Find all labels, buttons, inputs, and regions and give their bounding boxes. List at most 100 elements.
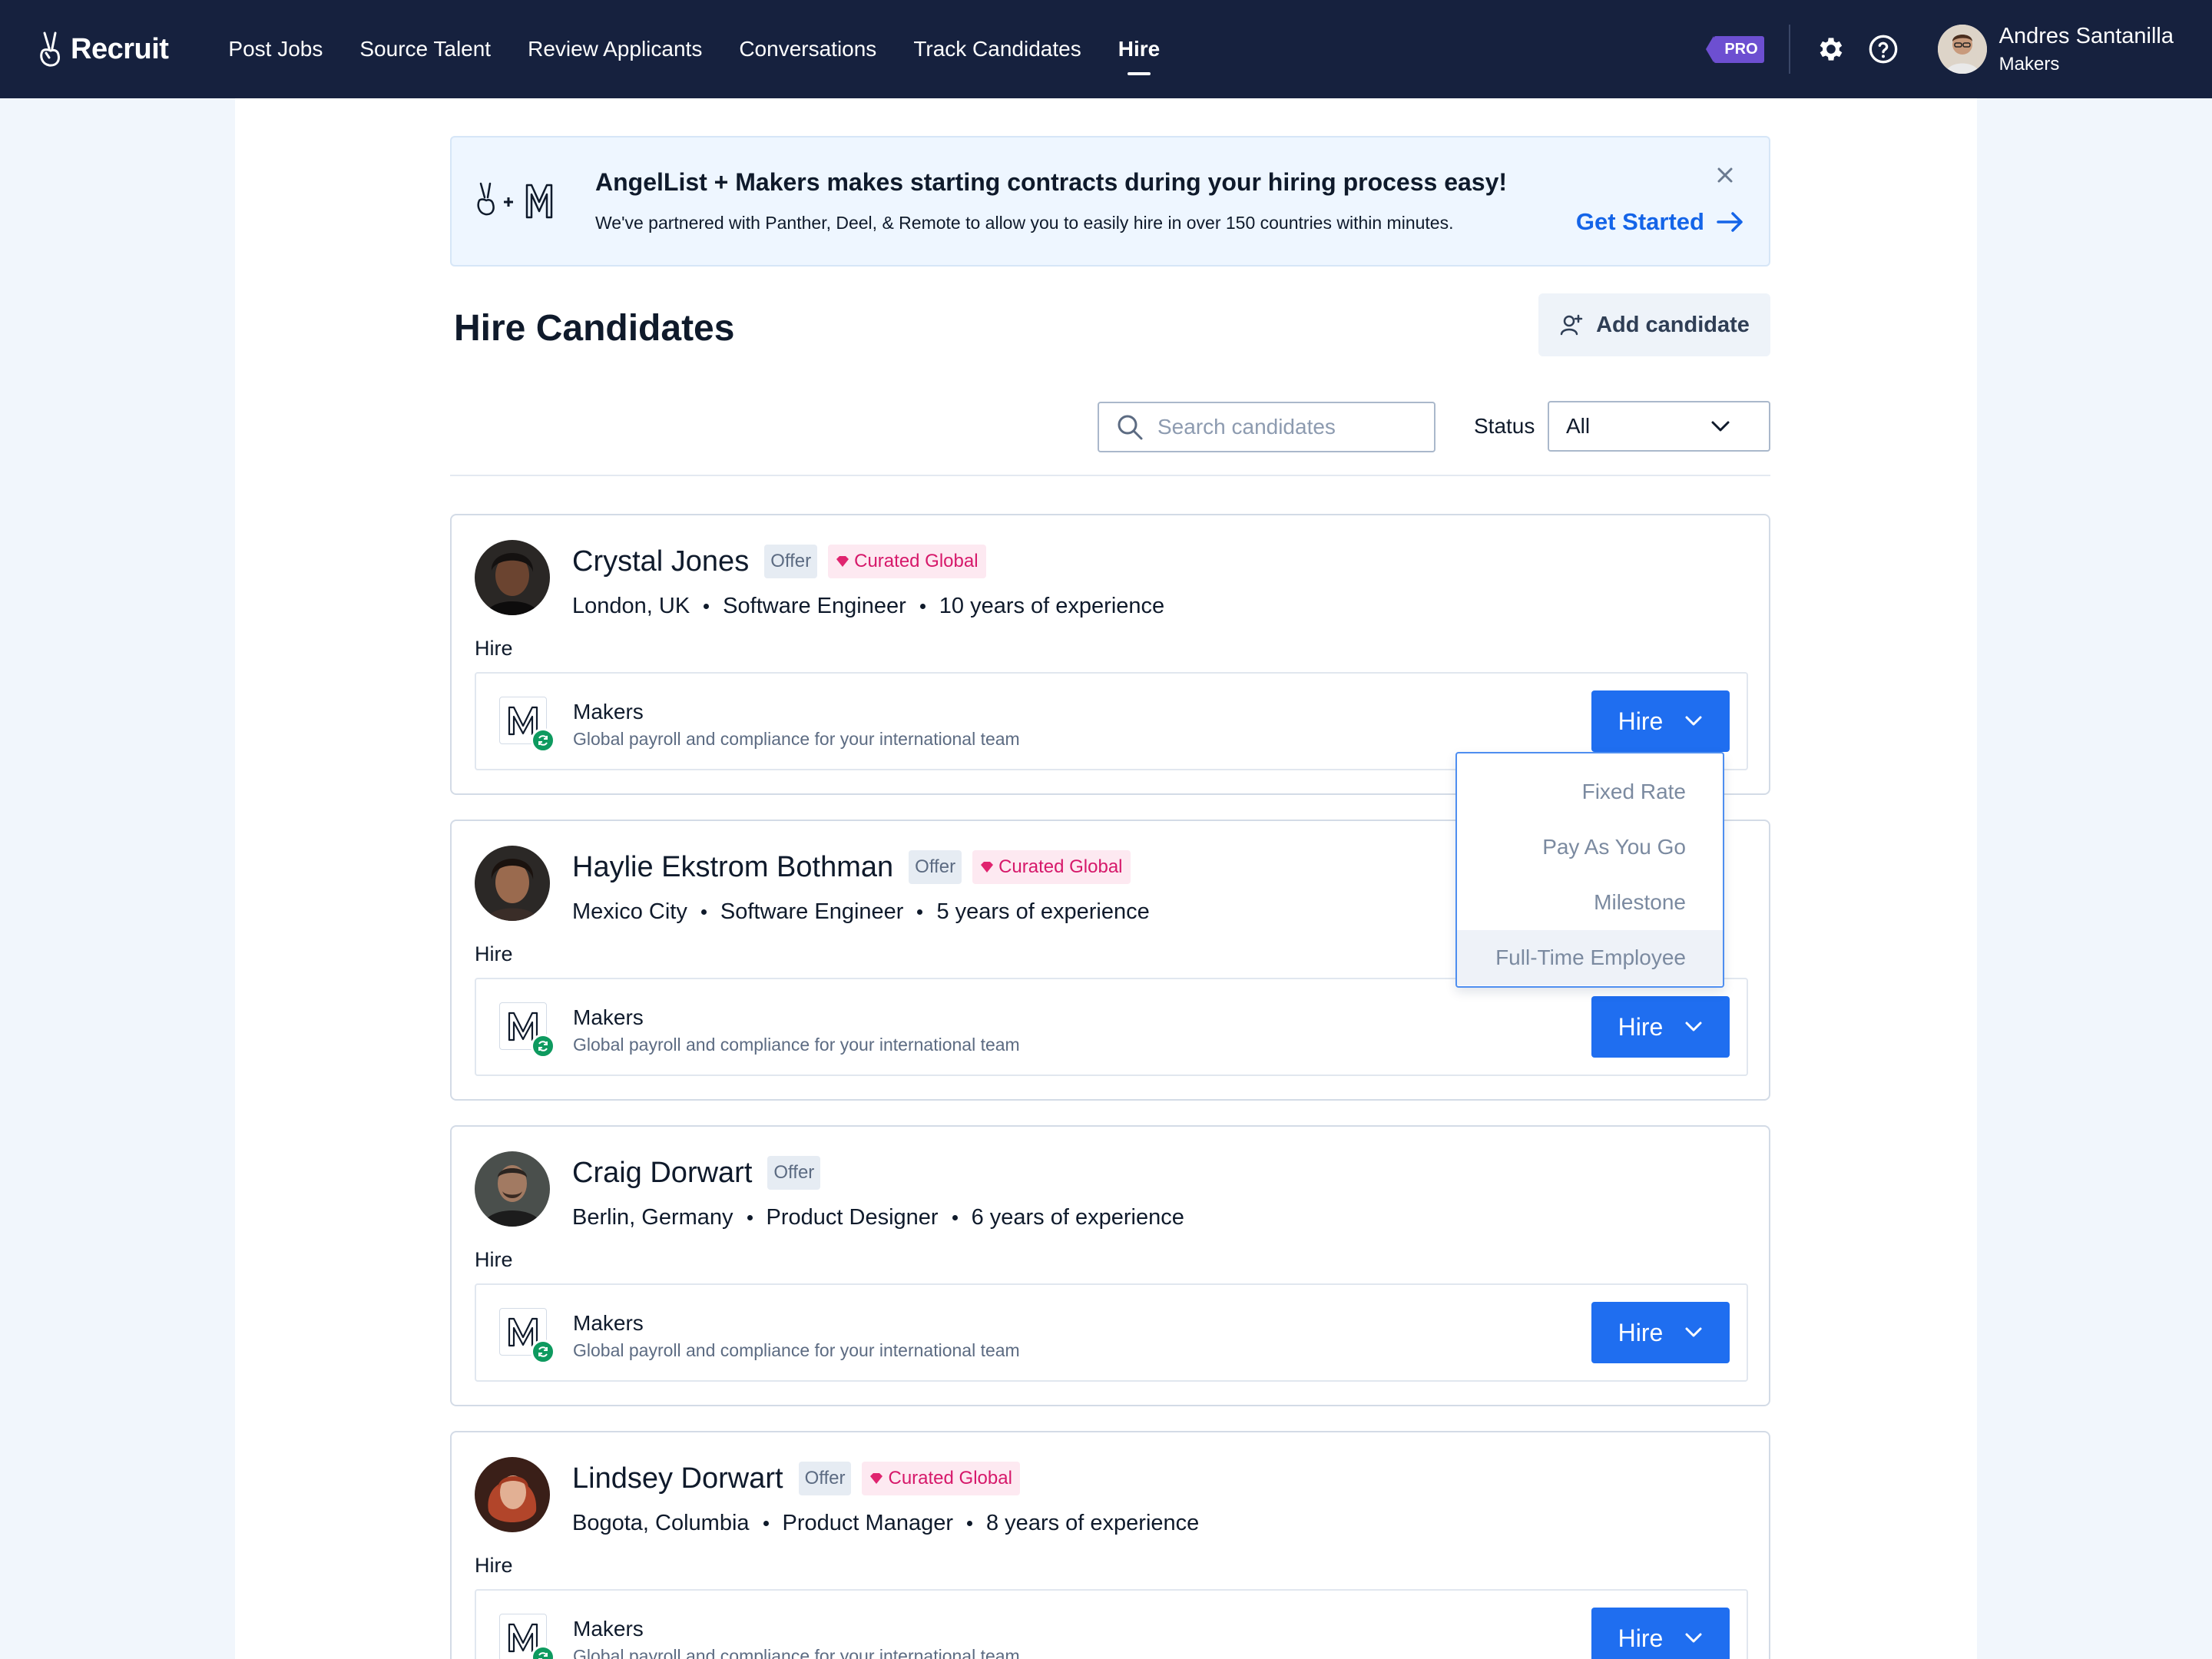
user-menu[interactable]: Andres Santanilla Makers [1999, 24, 2174, 75]
hire-button[interactable]: Hire [1591, 690, 1730, 752]
hire-section-label: Hire [475, 1248, 513, 1271]
main-nav: Post Jobs Source Talent Review Applicant… [228, 0, 1197, 98]
gem-icon [870, 1473, 883, 1484]
chevron-down-icon [1685, 1327, 1702, 1337]
candidate-role: Product Designer [766, 1205, 939, 1230]
curated-badge: Curated Global [828, 545, 986, 578]
gear-icon[interactable] [1815, 33, 1847, 65]
menu-item-pay-as-you-go[interactable]: Pay As You Go [1457, 820, 1723, 875]
candidate-meta: Mexico City Software Engineer 5 years of… [572, 899, 1150, 925]
provider-name: Makers [573, 700, 644, 724]
avatar [475, 540, 550, 615]
chevron-down-icon [1685, 1633, 1702, 1643]
menu-item-full-time-employee[interactable]: Full-Time Employee [1457, 930, 1723, 985]
curated-label: Curated Global [854, 551, 979, 571]
brand-logo[interactable]: Recruit [35, 30, 169, 68]
sync-icon [531, 1645, 555, 1659]
hire-button-label: Hire [1618, 1012, 1664, 1041]
candidate-location: Mexico City [572, 899, 687, 924]
candidate-meta: Berlin, Germany Product Designer 6 years… [572, 1205, 1184, 1230]
candidate-name-text: Craig Dorwart [572, 1156, 753, 1189]
status-select[interactable]: All [1548, 401, 1770, 452]
nav-source-talent[interactable]: Source Talent [359, 0, 491, 98]
provider-row: Makers Global payroll and compliance for… [475, 978, 1748, 1076]
candidate-experience: 10 years of experience [939, 594, 1165, 618]
candidate-location: Bogota, Columbia [572, 1511, 750, 1535]
nav-review-applicants[interactable]: Review Applicants [528, 0, 702, 98]
top-navigation: Recruit Post Jobs Source Talent Review A… [0, 0, 2212, 98]
add-user-icon [1560, 314, 1583, 336]
chevron-down-icon [1685, 716, 1702, 726]
separator-dot [747, 1215, 753, 1220]
provider-name: Makers [573, 1311, 644, 1335]
hire-section-label: Hire [475, 1554, 513, 1577]
menu-item-milestone[interactable]: Milestone [1457, 875, 1723, 930]
separator-dot [700, 909, 707, 915]
page-title: Hire Candidates [454, 308, 735, 349]
help-icon[interactable] [1867, 33, 1899, 65]
candidate-location: Berlin, Germany [572, 1205, 733, 1230]
banner-logo [473, 179, 573, 222]
hire-button-label: Hire [1618, 707, 1664, 735]
search-icon [1118, 415, 1143, 440]
candidate-role: Product Manager [782, 1511, 953, 1535]
pro-badge: PRO [1706, 35, 1764, 63]
brand-name: Recruit [71, 32, 169, 65]
provider-row: Makers Global payroll and compliance for… [475, 1589, 1748, 1659]
offer-badge: Offer [798, 1462, 852, 1495]
get-started-link[interactable]: Get Started [1576, 208, 1744, 236]
hire-button[interactable]: Hire [1591, 1302, 1730, 1363]
avatar [475, 1151, 550, 1227]
separator-dot [952, 1215, 958, 1220]
user-org: Makers [1998, 53, 2060, 75]
hire-button-label: Hire [1618, 1318, 1664, 1346]
search-field[interactable] [1098, 402, 1435, 452]
sync-icon [531, 1339, 555, 1364]
user-avatar[interactable] [1937, 25, 1987, 74]
nav-hire[interactable]: Hire [1118, 0, 1160, 98]
partner-banner: AngelList + Makers makes starting contra… [450, 136, 1770, 267]
separator-dot [763, 1521, 769, 1526]
candidate-name: Lindsey Dorwart Offer Curated Global [572, 1462, 1020, 1495]
hire-dropdown-menu: Fixed Rate Pay As You Go Milestone Full-… [1455, 752, 1724, 988]
candidate-experience: 6 years of experience [971, 1205, 1184, 1230]
candidate-role: Software Engineer [723, 594, 906, 618]
makers-logo-icon [499, 1614, 555, 1659]
divider [450, 475, 1770, 476]
hire-section-label: Hire [475, 942, 513, 965]
candidate-meta: London, UK Software Engineer 10 years of… [572, 594, 1164, 619]
candidate-name-text: Lindsey Dorwart [572, 1462, 783, 1495]
sync-icon [531, 1034, 555, 1058]
search-input[interactable] [1157, 415, 1419, 439]
candidate-role: Software Engineer [720, 899, 904, 924]
get-started-label: Get Started [1575, 208, 1704, 235]
provider-name: Makers [573, 1005, 644, 1029]
provider-name: Makers [573, 1617, 644, 1641]
offer-badge: Offer [764, 545, 818, 578]
user-name: Andres Santanilla [1998, 23, 2174, 48]
makers-logo-icon [499, 697, 555, 753]
provider-description: Global payroll and compliance for your i… [573, 1035, 1020, 1055]
makers-logo-icon [499, 1308, 555, 1364]
makers-logo-icon [499, 1002, 555, 1058]
offer-badge: Offer [909, 850, 962, 884]
candidate-card: Lindsey Dorwart Offer Curated Global Bog… [450, 1431, 1770, 1659]
close-icon[interactable] [1714, 164, 1737, 187]
separator-dot [917, 909, 923, 915]
candidate-name: Craig Dorwart Offer [572, 1156, 821, 1190]
hire-button[interactable]: Hire [1591, 1608, 1730, 1659]
nav-track-candidates[interactable]: Track Candidates [913, 0, 1081, 98]
hire-button[interactable]: Hire [1591, 996, 1730, 1058]
menu-item-fixed-rate[interactable]: Fixed Rate [1457, 764, 1723, 820]
candidate-experience: 8 years of experience [986, 1511, 1200, 1535]
nav-conversations[interactable]: Conversations [739, 0, 876, 98]
curated-badge: Curated Global [972, 850, 1131, 884]
nav-post-jobs[interactable]: Post Jobs [228, 0, 323, 98]
gem-icon [981, 862, 994, 873]
nav-right: PRO Andres Santanilla Makers [1706, 0, 2212, 98]
victory-hand-icon [40, 31, 60, 67]
banner-subtitle: We've partnered with Panther, Deel, & Re… [595, 213, 1454, 233]
curated-label: Curated Global [998, 856, 1123, 877]
provider-row: Makers Global payroll and compliance for… [475, 1283, 1748, 1382]
add-candidate-button[interactable]: Add candidate [1538, 293, 1770, 356]
